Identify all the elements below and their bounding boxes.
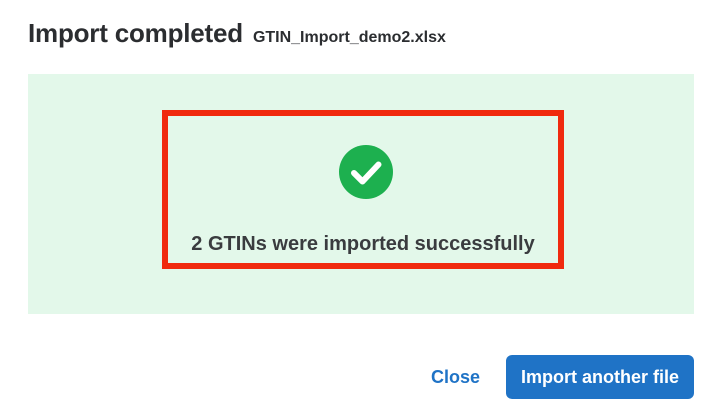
import-result-panel: 2 GTINs were imported successfully: [28, 74, 694, 314]
success-message: 2 GTINs were imported successfully: [191, 233, 535, 255]
dialog-title: Import completed: [28, 18, 243, 48]
import-completed-dialog: Import completed GTIN_Import_demo2.xlsx …: [0, 0, 720, 413]
highlight-annotation-box: 2 GTINs were imported successfully: [162, 110, 564, 269]
dialog-header: Import completed GTIN_Import_demo2.xlsx: [28, 18, 446, 49]
imported-filename: GTIN_Import_demo2.xlsx: [252, 29, 446, 46]
close-button[interactable]: Close: [431, 367, 480, 388]
import-another-file-button[interactable]: Import another file: [505, 355, 694, 399]
check-circle-icon: [339, 145, 393, 199]
dialog-footer: Close Import another file: [431, 355, 694, 399]
